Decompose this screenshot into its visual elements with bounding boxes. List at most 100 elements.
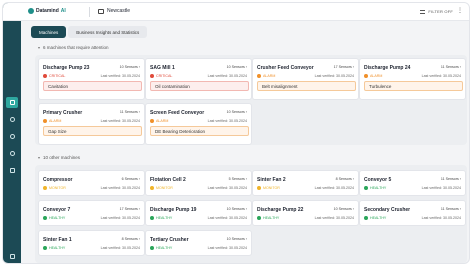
filter-icon [420,9,426,14]
dashboard-icon [9,100,15,105]
nav-machines-dashboard[interactable] [6,97,18,108]
more-menu-icon[interactable]: ⋮ [457,7,463,14]
status-icon [257,74,261,78]
status-icon [150,74,154,78]
tab-bar: Machines Business Insights and Statistic… [31,26,148,38]
status-icon [257,186,261,190]
attention-section-header[interactable]: ▾ 6 machines that require attention [38,45,109,50]
sensors-link[interactable]: 11 Sensors › [441,65,461,69]
nav-history[interactable] [6,114,18,125]
status-label: CRITICAL [49,74,66,78]
machine-name: SAG Mill 1 [150,65,175,71]
machine-name: Discharge Pump 23 [43,65,90,71]
machine-name: Screen Feed Conveyor [150,110,205,116]
machine-card[interactable]: Secondary Crusher 11 Sensors › HEALTHY Last… [359,200,466,226]
status-badge: HEALTHY [43,216,65,220]
last-verified: Last verified: 30.05.2024 [421,74,461,78]
machine-name: Discharge Pump 24 [364,65,411,71]
status-badge: HEALTHY [364,186,386,190]
machine-card[interactable]: Conveyor 5 11 Sensors › HEALTHY Last verifi… [359,170,466,196]
sensors-link[interactable]: 10 Sensors › [227,207,247,211]
sensors-link[interactable]: 10 Sensors › [120,65,140,69]
sensors-link[interactable]: 17 Sensors › [334,65,354,69]
site-icon [98,8,104,14]
issue-tag[interactable]: Oil contamination [150,81,249,91]
sensors-link[interactable]: 10 Sensors › [227,110,247,114]
machine-card[interactable]: SAG Mill 1 10 Sensors › CRITICAL Last verif… [145,58,252,100]
machine-card[interactable]: Sinter Fan 1 8 Sensors › HEALTHY Last verif… [38,230,145,256]
other-section-header[interactable]: ▾ 10 other machines [38,155,80,160]
status-icon [150,119,154,123]
issue-tag[interactable]: Gap Size [43,126,142,136]
settings-icon [9,151,15,156]
sensors-link[interactable]: 11 Sensors › [120,110,140,114]
attention-section-title: 6 machines that require attention [43,45,109,50]
nav-export[interactable] [6,165,18,176]
last-verified: Last verified: 30.05.2024 [207,74,247,78]
last-verified: Last verified: 30.05.2024 [314,186,354,190]
machine-card[interactable]: Discharge Pump 24 11 Sensors › ALARM Last v… [359,58,466,100]
machine-card[interactable]: Tertiary Crusher 10 Sensors › HEALTHY Last … [145,230,252,256]
issue-tag[interactable]: Cavitation [43,81,142,91]
machine-card[interactable]: Compressor 6 Sensors › MONITOR Last verifie… [38,170,145,196]
sensors-link[interactable]: 11 Sensors › [441,177,461,181]
issue-tag[interactable]: Belt misalignment [257,81,356,91]
status-icon [364,74,368,78]
last-verified: Last verified: 30.05.2024 [314,216,354,220]
machine-name: Discharge Pump 19 [150,207,197,213]
top-bar: Datamind AI Newcastle FILTER OFF ⋮ [3,3,469,21]
chevron-down-icon: ▾ [38,45,41,50]
nav-settings[interactable] [6,148,18,159]
last-verified: Last verified: 30.05.2024 [314,74,354,78]
status-badge: HEALTHY [364,216,386,220]
status-badge: ALARM [150,119,168,123]
status-label: ALARM [156,119,169,123]
site-selector[interactable]: Newcastle [98,8,130,14]
status-label: HEALTHY [156,246,173,250]
sensors-link[interactable]: 8 Sensors › [122,237,140,241]
alerts-icon [9,134,15,139]
status-icon [150,246,154,250]
machine-card[interactable]: Screen Feed Conveyor 10 Sensors › ALARM Las… [145,103,252,145]
sensors-link[interactable]: 10 Sensors › [334,207,354,211]
status-label: HEALTHY [370,186,387,190]
sensors-link[interactable]: 17 Sensors › [120,207,140,211]
machine-card[interactable]: Sinter Fan 2 8 Sensors › MONITOR Last verif… [252,170,359,196]
issue-tag[interactable]: Turbulence [364,81,463,91]
machine-name: Sinter Fan 2 [257,177,286,183]
app-logo[interactable]: Datamind AI [28,8,66,14]
history-icon [9,117,15,122]
nav-alerts[interactable] [6,131,18,142]
last-verified: Last verified: 30.05.2024 [207,246,247,250]
machine-card[interactable]: Flotation Cell 2 5 Sensors › MONITOR Last v… [145,170,252,196]
status-badge: MONITOR [150,186,173,190]
status-label: ALARM [370,74,383,78]
sensors-link[interactable]: 10 Sensors › [227,237,247,241]
machine-card[interactable]: Crusher Feed Conveyor 17 Sensors › ALARM La… [252,58,359,100]
sensors-link[interactable]: 5 Sensors › [229,177,247,181]
machine-card[interactable]: Discharge Pump 22 10 Sensors › HEALTHY Last… [252,200,359,226]
status-badge: ALARM [43,119,61,123]
filter-toggle[interactable]: FILTER OFF [420,9,453,14]
tab-machines[interactable]: Machines [31,26,67,38]
sensors-link[interactable]: 8 Sensors › [336,177,354,181]
status-badge: MONITOR [257,186,280,190]
attention-panel: Discharge Pump 23 10 Sensors › CRITICAL Las… [35,55,467,145]
machine-card[interactable]: Discharge Pump 19 10 Sensors › HEALTHY Last… [145,200,252,226]
sensors-link[interactable]: 11 Sensors › [441,207,461,211]
status-icon [43,186,47,190]
nav-logout[interactable] [6,251,18,262]
status-label: HEALTHY [49,216,66,220]
status-icon [43,74,47,78]
issue-tag[interactable]: DE Bearing Deterioration [150,126,249,136]
status-label: HEALTHY [49,246,66,250]
machine-card[interactable]: Primary Crusher 11 Sensors › ALARM Last ver… [38,103,145,145]
app-window: Datamind AI Newcastle FILTER OFF ⋮ Machi… [2,2,470,264]
machine-card[interactable]: Discharge Pump 23 10 Sensors › CRITICAL Las… [38,58,145,100]
tab-business-insights[interactable]: Business Insights and Statistics [68,26,148,38]
status-label: MONITOR [156,186,173,190]
sensors-link[interactable]: 10 Sensors › [227,65,247,69]
machine-card[interactable]: Conveyor 7 17 Sensors › HEALTHY Last verifi… [38,200,145,226]
sensors-link[interactable]: 6 Sensors › [122,177,140,181]
status-label: MONITOR [49,186,66,190]
